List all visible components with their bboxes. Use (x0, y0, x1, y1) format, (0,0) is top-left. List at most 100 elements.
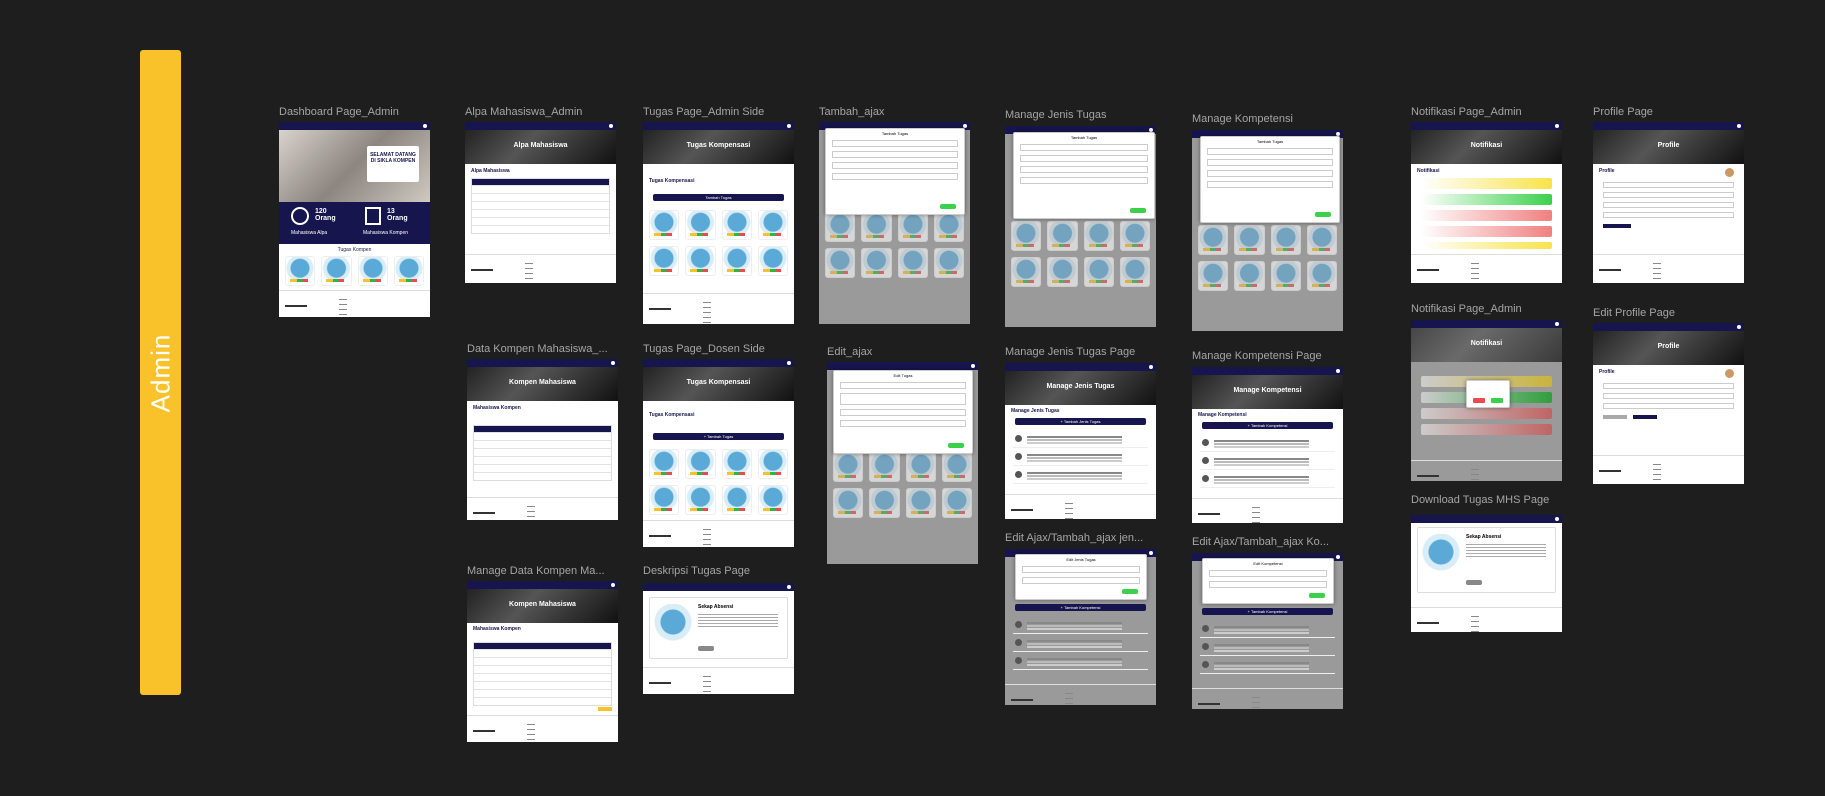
task-card[interactable] (757, 485, 788, 515)
frame-label-download[interactable]: Download Tugas MHS Page (1411, 494, 1549, 506)
task-card[interactable] (285, 256, 316, 286)
notif-item[interactable] (1421, 210, 1552, 221)
add-task-button[interactable]: Tambah Tugas (653, 194, 784, 201)
name-field[interactable] (1603, 182, 1734, 188)
add-kompetensi-button[interactable]: + Tambah Kompetensi (1202, 608, 1333, 615)
frame-label-manage-komp-page[interactable]: Manage Kompetensi Page (1192, 350, 1322, 362)
frame-tambah-ajax[interactable]: Tambah Tugas (819, 122, 970, 324)
frame-edit-profile[interactable]: Profile Profile (1593, 323, 1744, 484)
frame-label-manage-jenis[interactable]: Manage Jenis Tugas (1005, 109, 1107, 121)
task-card[interactable] (757, 449, 788, 479)
save-button[interactable] (940, 204, 956, 209)
password-field[interactable] (1603, 403, 1734, 409)
frame-label-manage-komp[interactable]: Manage Kompetensi (1192, 113, 1293, 125)
save-button[interactable] (1315, 212, 1331, 217)
export-button[interactable] (598, 707, 612, 711)
frame-download[interactable]: Sekap Absensi (1411, 515, 1562, 632)
list-item[interactable] (1013, 451, 1148, 466)
frame-manage-jenis-page[interactable]: Manage Jenis Tugas Manage Jenis Tugas + … (1005, 363, 1156, 519)
list-item[interactable] (1200, 641, 1335, 656)
frame-manage-jenis[interactable]: Tambah Tugas (1005, 126, 1156, 327)
frame-label-edit-profile[interactable]: Edit Profile Page (1593, 307, 1675, 319)
frame-manage-komp-page[interactable]: Manage Kompetensi Manage Kompetensi + Ta… (1192, 367, 1343, 523)
frame-edit-jenis[interactable]: + Tambah Kompetensi Edit Jenis Tugas (1005, 549, 1156, 705)
save-button[interactable] (1309, 593, 1325, 598)
frame-deskripsi[interactable]: Sekap Absensi (643, 583, 794, 694)
task-card[interactable] (721, 449, 752, 479)
frame-label-tugas-admin[interactable]: Tugas Page_Admin Side (643, 106, 764, 118)
list-item[interactable] (1013, 469, 1148, 484)
frame-label-manage-jenis-page[interactable]: Manage Jenis Tugas Page (1005, 346, 1135, 358)
frame-data-kompen[interactable]: Kompen Mahasiswa Mahasiswa Kompen (467, 359, 618, 520)
add-task-button[interactable]: + Tambah Tugas (653, 433, 784, 440)
frame-edit-komp[interactable]: + Tambah Kompetensi Edit Kompetensi (1192, 553, 1343, 709)
list-item[interactable] (1200, 455, 1335, 470)
list-item[interactable] (1013, 637, 1148, 652)
task-card[interactable] (393, 256, 424, 286)
frame-notif-2[interactable]: Notifikasi (1411, 320, 1562, 481)
task-card[interactable] (685, 449, 716, 479)
frame-tugas-dosen[interactable]: Tugas Kompensasi Tugas Kompensasi + Tamb… (643, 359, 794, 547)
add-jenis-button[interactable]: + Tambah Jenis Tugas (1015, 418, 1146, 425)
task-card[interactable] (757, 246, 788, 276)
list-item[interactable] (1013, 433, 1148, 448)
save-button[interactable] (948, 443, 964, 448)
add-kompetensi-button[interactable]: + Tambah Kompetensi (1015, 604, 1146, 611)
task-card[interactable] (649, 485, 680, 515)
frame-label-profile[interactable]: Profile Page (1593, 106, 1653, 118)
notif-item[interactable] (1421, 194, 1552, 205)
frame-label-tambah-ajax[interactable]: Tambah_ajax (819, 106, 884, 118)
frame-notif[interactable]: Notifikasi Notifikasi (1411, 122, 1562, 283)
list-item[interactable] (1200, 623, 1335, 638)
notif-item[interactable] (1421, 226, 1552, 237)
list-item[interactable] (1200, 473, 1335, 488)
task-card[interactable] (757, 210, 788, 240)
notif-item[interactable] (1421, 424, 1552, 435)
task-card[interactable] (321, 256, 352, 286)
frame-label-notif[interactable]: Notifikasi Page_Admin (1411, 106, 1522, 118)
task-card[interactable] (685, 485, 716, 515)
cancel-button[interactable] (1473, 398, 1485, 403)
notif-item[interactable] (1421, 408, 1552, 419)
download-button[interactable] (1466, 580, 1482, 585)
add-kompetensi-button[interactable]: + Tambah Kompetensi (1202, 422, 1333, 429)
frame-profile[interactable]: Profile Profile (1593, 122, 1744, 283)
cancel-button[interactable] (1603, 415, 1627, 419)
frame-manage-data-kompen[interactable]: Kompen Mahasiswa Mahasiswa Kompen (467, 581, 618, 742)
notif-item[interactable] (1421, 178, 1552, 189)
frame-label-edit-ajax[interactable]: Edit_ajax (827, 346, 872, 358)
frame-tugas-admin[interactable]: Tugas Kompensasi Tugas Kompensasi Tambah… (643, 122, 794, 324)
nip-field[interactable] (1603, 202, 1734, 208)
back-button[interactable] (698, 646, 714, 651)
task-card[interactable] (721, 246, 752, 276)
username-field[interactable] (1603, 192, 1734, 198)
list-item[interactable] (1200, 659, 1335, 674)
frame-dashboard[interactable]: SELAMAT DATANG DI SIKLA KOMPEN 120 Orang… (279, 122, 430, 317)
frame-label-dashboard[interactable]: Dashboard Page_Admin (279, 106, 399, 118)
name-field[interactable] (1603, 383, 1734, 389)
list-item[interactable] (1013, 619, 1148, 634)
frame-manage-komp[interactable]: Tambah Tugas (1192, 130, 1343, 331)
password-field[interactable] (1603, 212, 1734, 218)
save-button[interactable] (1633, 415, 1657, 419)
save-button[interactable] (1130, 208, 1146, 213)
list-item[interactable] (1200, 437, 1335, 452)
frame-label-notif-2[interactable]: Notifikasi Page_Admin (1411, 303, 1522, 315)
task-card[interactable] (721, 485, 752, 515)
task-card[interactable] (357, 256, 388, 286)
list-item[interactable] (1013, 655, 1148, 670)
save-button[interactable] (1122, 589, 1138, 594)
frame-label-alpa[interactable]: Alpa Mahasiswa_Admin (465, 106, 582, 118)
edit-button[interactable] (1603, 224, 1631, 228)
task-card[interactable] (649, 246, 680, 276)
username-field[interactable] (1603, 393, 1734, 399)
task-card[interactable] (685, 210, 716, 240)
frame-alpa[interactable]: Alpa Mahasiswa Alpa Mahasiswa (465, 122, 616, 283)
task-card[interactable] (649, 449, 680, 479)
frame-edit-ajax[interactable]: Edit Tugas (827, 362, 978, 564)
frame-label-edit-komp[interactable]: Edit Ajax/Tambah_ajax Ko... (1192, 536, 1329, 548)
task-card[interactable] (721, 210, 752, 240)
frame-label-deskripsi[interactable]: Deskripsi Tugas Page (643, 565, 750, 577)
notif-item[interactable] (1421, 242, 1552, 249)
task-card[interactable] (685, 246, 716, 276)
